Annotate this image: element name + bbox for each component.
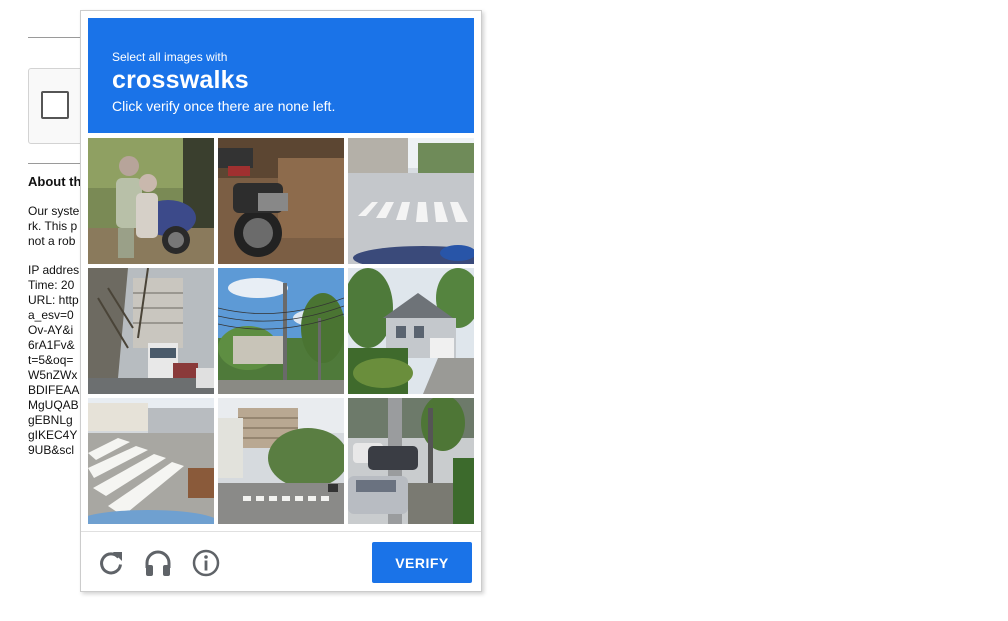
about-line: Our syste [28, 204, 80, 218]
about-line: rk. This p [28, 219, 78, 233]
tile-parked-cars[interactable] [348, 398, 474, 524]
about-line: t=5&oq= [28, 353, 74, 367]
about-line: BDIFEAA [28, 383, 80, 397]
about-line: MgUQAB [28, 398, 79, 412]
tile-image [348, 268, 474, 394]
headphones-icon[interactable] [143, 548, 173, 578]
challenge-instruction: Select all images with [112, 50, 228, 64]
tile-house[interactable] [348, 268, 474, 394]
tile-crosswalk-street[interactable] [348, 138, 474, 264]
about-line: 6rA1Fv& [28, 338, 75, 352]
tile-image [88, 398, 214, 524]
info-icon[interactable] [191, 548, 221, 578]
tile-image [88, 268, 214, 394]
tile-crosswalk-corner[interactable] [88, 398, 214, 524]
about-line: not a rob [28, 234, 76, 248]
about-line: gEBNLg [28, 413, 73, 427]
about-line: Time: 20 [28, 278, 75, 292]
tile-image [348, 138, 474, 264]
about-line: a_esv=0 [28, 308, 74, 322]
footer-divider [81, 531, 481, 532]
about-line: IP addres [28, 263, 80, 277]
tile-image [218, 398, 344, 524]
challenge-header: Select all images with crosswalks Click … [88, 18, 474, 133]
divider-top [28, 37, 88, 38]
about-line: Ov-AY&i [28, 323, 74, 337]
tile-image [88, 138, 214, 264]
recaptcha-checkbox[interactable] [41, 91, 69, 119]
tile-trees-powerlines[interactable] [218, 268, 344, 394]
tile-image [218, 138, 344, 264]
image-grid [88, 138, 474, 524]
about-line: W5nZWx [28, 368, 78, 382]
about-line: URL: http [28, 293, 79, 307]
about-line [28, 249, 79, 263]
tile-trees-building-bus[interactable] [88, 268, 214, 394]
tile-motorcycle-riders[interactable] [88, 138, 214, 264]
verify-button[interactable]: VERIFY [372, 542, 472, 583]
about-line: 9UB&scl [28, 443, 75, 457]
challenge-subtext: Click verify once there are none left. [112, 98, 336, 114]
tile-crosswalk-road[interactable] [218, 398, 344, 524]
tile-motorcycle-dirt[interactable] [218, 138, 344, 264]
tile-image [218, 268, 344, 394]
tile-image [348, 398, 474, 524]
challenge-target: crosswalks [112, 66, 249, 94]
about-text: Our syste rk. This p not a rob IP addres… [28, 204, 79, 458]
divider-middle [28, 163, 88, 164]
captcha-challenge-popup: Select all images with crosswalks Click … [80, 10, 482, 592]
reload-icon[interactable] [96, 548, 126, 578]
about-title: About th [28, 174, 82, 189]
about-line: gIKEC4Y [28, 428, 78, 442]
